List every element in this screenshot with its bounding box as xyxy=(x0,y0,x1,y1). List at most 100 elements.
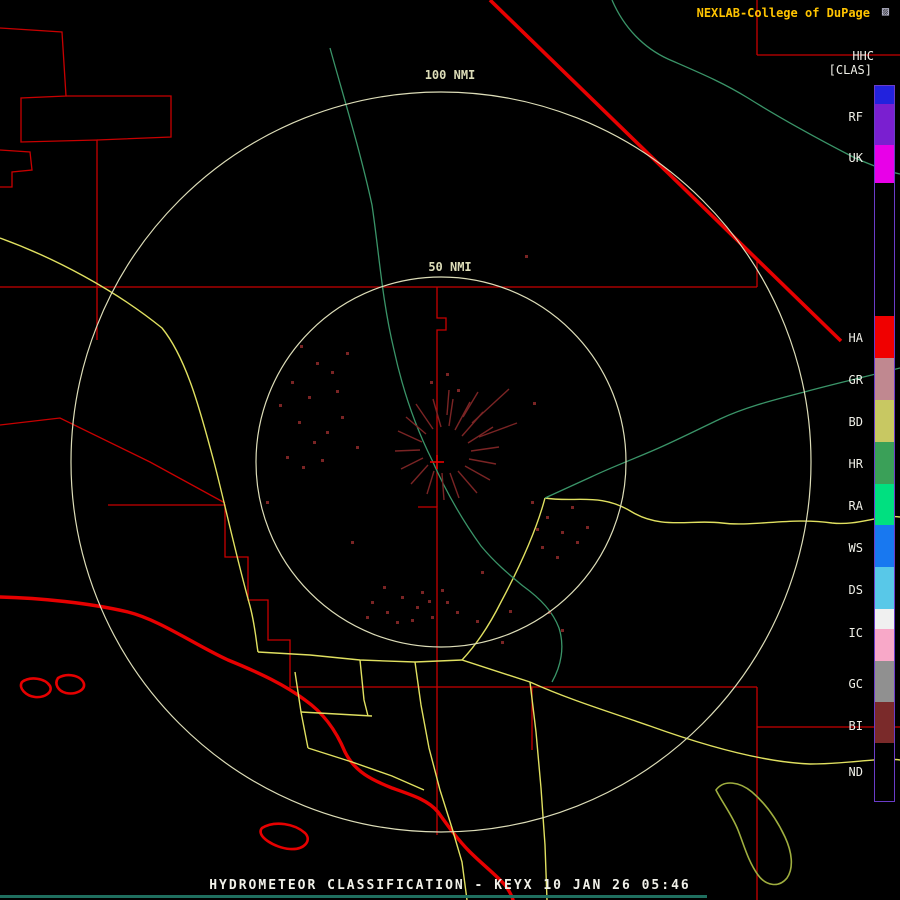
echo-spoke xyxy=(467,426,494,444)
cod-logo-icon: ▨ xyxy=(881,4,890,18)
product-caption: HYDROMETEOR CLASSIFICATION - KEYX 10 JAN… xyxy=(209,878,691,893)
echo-pixel xyxy=(331,371,334,374)
echo-spoke xyxy=(464,465,491,481)
legend-segment-HR xyxy=(875,442,894,484)
echo-spoke xyxy=(457,470,478,494)
range-rings: 100 NMI 50 NMI xyxy=(70,66,812,833)
echo-pixel xyxy=(531,501,534,504)
lake-outline xyxy=(715,782,793,886)
echo-pixel xyxy=(476,620,479,623)
echo-spoke xyxy=(468,458,497,465)
echo-pixel xyxy=(351,541,354,544)
echo-pixel xyxy=(525,255,528,258)
echo-pixel xyxy=(266,501,269,504)
legend-segment-GR xyxy=(875,358,894,400)
echo-pixel xyxy=(371,601,374,604)
echo-pixel xyxy=(546,516,549,519)
echo-pixel xyxy=(341,416,344,419)
echo-spoke xyxy=(448,398,454,427)
echo-pixel xyxy=(481,571,484,574)
echo-pixel xyxy=(457,389,460,392)
echo-pixel xyxy=(366,616,369,619)
island-outline xyxy=(259,822,310,851)
echo-pixel xyxy=(571,506,574,509)
island-outline xyxy=(19,677,52,699)
echo-pixel xyxy=(286,456,289,459)
echo-pixel xyxy=(501,641,504,644)
echo-spoke xyxy=(462,391,479,418)
county-boundary-lines xyxy=(0,0,900,900)
echo-pixel xyxy=(441,589,444,592)
legend-segment-BD xyxy=(875,400,894,442)
echo-pixel xyxy=(313,441,316,444)
echo-pixel xyxy=(279,404,282,407)
legend-segment-HA xyxy=(875,316,894,358)
echo-pixel xyxy=(431,616,434,619)
echo-pixel xyxy=(428,600,431,603)
echo-pixel xyxy=(383,586,386,589)
legend-segment-RA xyxy=(875,484,894,525)
echo-pixel xyxy=(321,459,324,462)
echo-pixel xyxy=(561,531,564,534)
legend-colorbar xyxy=(874,85,895,802)
echo-pixel xyxy=(300,345,303,348)
footer-divider-line xyxy=(0,895,707,898)
legend-segment-GC xyxy=(875,661,894,702)
legend-segment-RF xyxy=(875,104,894,145)
echo-pixel xyxy=(456,611,459,614)
echo-pixel xyxy=(346,352,349,355)
echo-pixel xyxy=(411,619,414,622)
legend-segment-UK xyxy=(875,145,894,183)
echo-spoke xyxy=(394,449,421,452)
echo-pixel xyxy=(586,526,589,529)
highway-lines xyxy=(0,237,900,900)
echo-spoke xyxy=(405,416,427,435)
echo-pixel xyxy=(561,629,564,632)
echo-pixel xyxy=(576,541,579,544)
echo-pixel xyxy=(421,591,424,594)
legend-segment-BI xyxy=(875,702,894,743)
echo-pixel xyxy=(386,611,389,614)
product-class-label: [CLAS] xyxy=(828,63,872,77)
echo-pixel xyxy=(356,446,359,449)
radar-site-marker xyxy=(430,455,444,469)
river-lines xyxy=(329,0,900,886)
legend-segment-WS xyxy=(875,525,894,567)
echo-pixel xyxy=(416,606,419,609)
echo-spoke xyxy=(470,446,500,452)
echo-pixel xyxy=(536,528,539,531)
echo-pixel xyxy=(446,373,449,376)
echo-spoke xyxy=(400,457,424,470)
echo-spoke xyxy=(446,389,450,416)
outer-ring-label: 100 NMI xyxy=(425,68,476,82)
echo-spoke xyxy=(415,403,434,430)
echo-spoke xyxy=(441,472,445,501)
echo-pixel xyxy=(308,396,311,399)
legend-segment-GAP xyxy=(875,183,894,316)
product-code-label: HHC xyxy=(852,49,874,63)
echo-spoke xyxy=(426,470,435,495)
echo-spoke xyxy=(478,422,518,438)
echo-pixel xyxy=(336,390,339,393)
legend-segment-DS xyxy=(875,567,894,609)
echo-pixel xyxy=(316,362,319,365)
echo-pixel xyxy=(302,466,305,469)
source-title: NEXLAB-College of DuPage xyxy=(696,6,870,20)
radar-map: 100 NMI 50 NMI xyxy=(0,0,900,900)
echo-pixel xyxy=(556,556,559,559)
echo-pixel xyxy=(401,596,404,599)
inner-ring-label: 50 NMI xyxy=(428,260,471,274)
legend-segment-IC2 xyxy=(875,629,894,661)
echo-spoke xyxy=(449,472,460,499)
island-outline xyxy=(55,673,86,695)
state-border-line xyxy=(488,0,843,343)
legend-segment-TOP xyxy=(875,86,894,104)
echo-pixel xyxy=(430,381,433,384)
echo-spoke xyxy=(397,430,423,443)
legend-segment-IC1 xyxy=(875,609,894,629)
legend-segment-ND xyxy=(875,743,894,801)
echo-pixel xyxy=(291,381,294,384)
echo-spoke xyxy=(454,401,471,431)
echo-pixel xyxy=(396,621,399,624)
echo-pixel xyxy=(446,601,449,604)
